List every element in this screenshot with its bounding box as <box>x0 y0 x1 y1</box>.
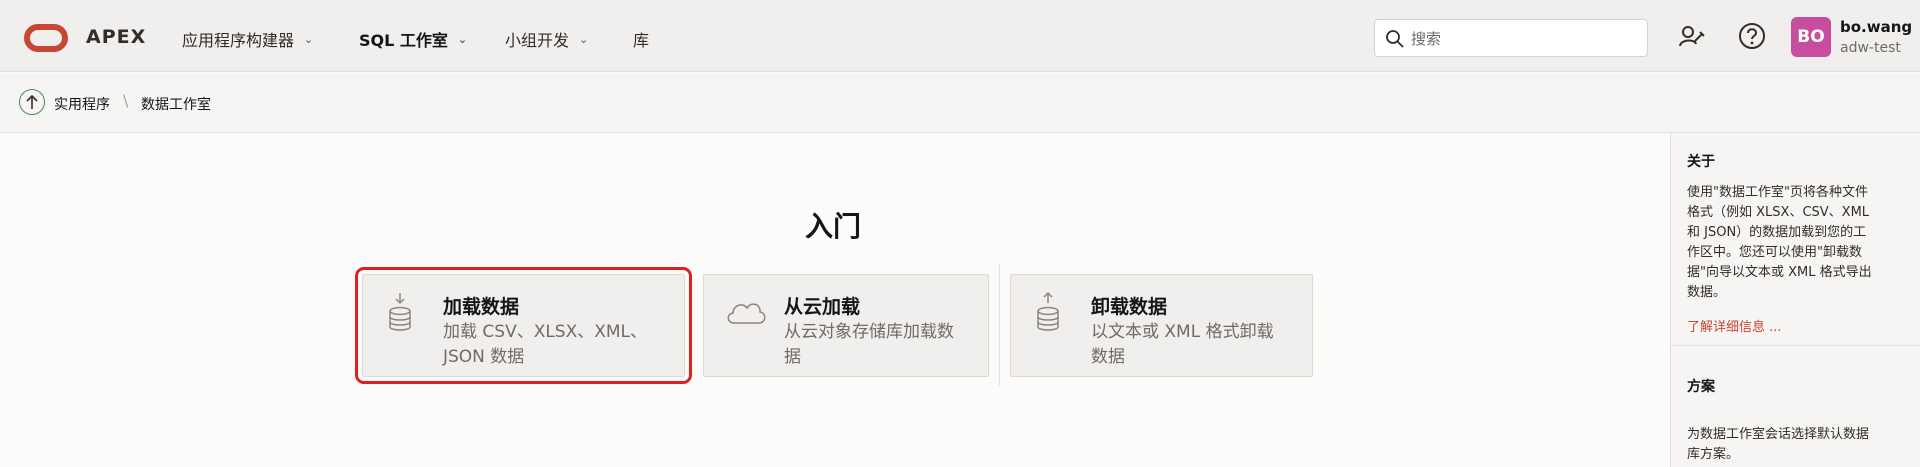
sidebar-divider <box>1671 345 1920 346</box>
about-line: 使用"数据工作室"页将各种文件 <box>1687 185 1868 200</box>
chevron-down-icon: ⌄ <box>304 32 314 46</box>
load-from-cloud-card[interactable]: 从云加载 从云对象存储库加载数 据 <box>703 274 989 377</box>
nav-label: 小组开发 <box>505 31 570 50</box>
about-text: 使用"数据工作室"页将各种文件 格式（例如 XLSX、CSV、XML 和 JSO… <box>1687 183 1905 303</box>
card-description: 从云对象存储库加载数 据 <box>784 320 954 370</box>
admin-tools-icon[interactable] <box>1678 22 1706 50</box>
card-title: 卸载数据 <box>1091 296 1168 318</box>
top-navigation-bar: APEX 应用程序构建器 ⌄ SQL 工作室 ⌄ 小组开发 ⌄ 库 BO bo.… <box>0 0 1920 72</box>
about-line: 格式（例如 XLSX、CSV、XML <box>1687 205 1870 220</box>
nav-label: 库 <box>633 31 650 50</box>
breadcrumb: 实用程序 \ 数据工作室 <box>0 73 1920 133</box>
schema-line: 库方案。 <box>1687 447 1740 462</box>
about-heading: 关于 <box>1687 154 1715 170</box>
page-title: 入门 <box>805 210 862 243</box>
load-data-card[interactable]: 加载数据 加载 CSV、XLSX、XML、 JSON 数据 <box>355 267 692 384</box>
cloud-icon <box>727 303 766 324</box>
card-desc-line: 数据 <box>1091 347 1125 367</box>
oracle-logo-icon[interactable] <box>24 24 68 52</box>
card-desc-line: JSON 数据 <box>443 347 525 367</box>
database-download-icon <box>389 293 411 331</box>
nav-label: SQL 工作室 <box>359 31 448 50</box>
nav-gallery[interactable]: 库 <box>633 27 649 51</box>
schema-heading: 方案 <box>1687 379 1715 395</box>
card-desc-line: 以文本或 XML 格式卸载 <box>1091 322 1274 342</box>
learn-more-link[interactable]: 了解详细信息 ... <box>1687 316 1782 335</box>
chevron-down-icon: ⌄ <box>579 32 589 46</box>
nav-team-development[interactable]: 小组开发 ⌄ <box>505 27 588 51</box>
card-description: 以文本或 XML 格式卸载 数据 <box>1091 320 1274 370</box>
about-line: 作区中。您还可以使用"卸载数 <box>1687 245 1862 260</box>
card-divider <box>999 264 1000 386</box>
help-sidebar: 关于 使用"数据工作室"页将各种文件 格式（例如 XLSX、CSV、XML 和 … <box>1670 133 1920 467</box>
search-input[interactable] <box>1409 27 1633 51</box>
unload-data-card[interactable]: 卸载数据 以文本或 XML 格式卸载 数据 <box>1010 274 1313 377</box>
nav-label: 应用程序构建器 <box>182 31 295 50</box>
card-title: 加载数据 <box>443 296 520 318</box>
breadcrumb-data-studio: 数据工作室 <box>141 97 211 113</box>
search-icon <box>1386 30 1404 48</box>
schema-text: 为数据工作室会话选择默认数据 库方案。 <box>1687 425 1905 465</box>
breadcrumb-separator: \ <box>123 91 129 110</box>
card-desc-line: 从云对象存储库加载数 <box>784 322 954 342</box>
schema-line: 为数据工作室会话选择默认数据 <box>1687 427 1870 442</box>
navigate-up-button[interactable] <box>19 89 45 115</box>
about-line: 据"向导以文本或 XML 格式导出 <box>1687 265 1872 280</box>
help-icon[interactable] <box>1738 22 1766 50</box>
user-name[interactable]: bo.wang <box>1840 18 1912 36</box>
about-line: 数据。 <box>1687 285 1727 300</box>
card-desc-line: 加载 CSV、XLSX、XML、 <box>443 322 648 342</box>
card-title: 从云加载 <box>784 296 861 318</box>
card-description: 加载 CSV、XLSX、XML、 JSON 数据 <box>443 320 647 370</box>
nav-app-builder[interactable]: 应用程序构建器 ⌄ <box>182 27 313 51</box>
search-field[interactable] <box>1374 19 1648 57</box>
workspace-name: adw-test <box>1840 40 1901 56</box>
nav-sql-workshop[interactable]: SQL 工作室 ⌄ <box>359 27 467 51</box>
app-logo-text[interactable]: APEX <box>86 26 146 48</box>
database-upload-icon <box>1037 291 1059 331</box>
chevron-down-icon: ⌄ <box>457 32 468 46</box>
arrow-up-icon <box>26 94 38 109</box>
card-desc-line: 据 <box>784 347 801 367</box>
avatar[interactable]: BO <box>1791 17 1831 57</box>
breadcrumb-utilities[interactable]: 实用程序 <box>54 94 110 114</box>
about-line: 和 JSON）的数据加载到您的工 <box>1687 225 1867 240</box>
